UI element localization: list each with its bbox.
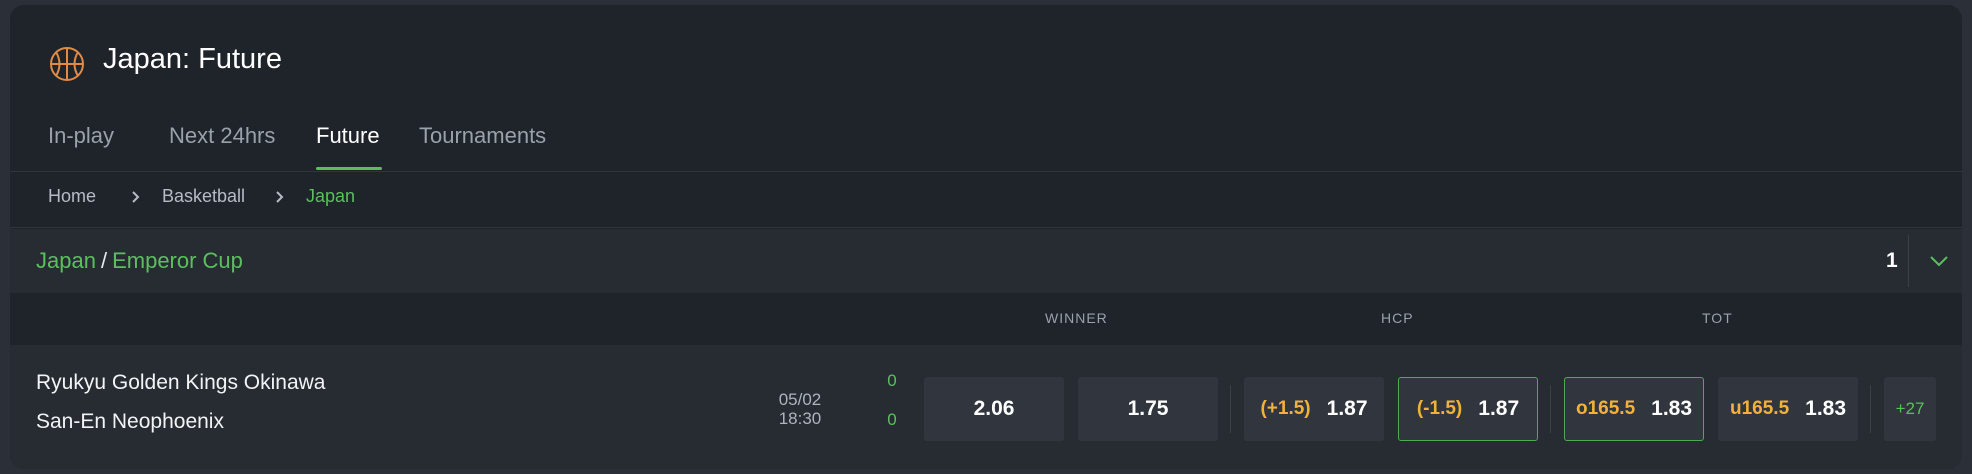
odd-value: 1.83 — [1805, 397, 1847, 420]
market-header-tot: TOT — [1702, 310, 1733, 326]
home-score: 0 — [887, 371, 897, 390]
league-competition-link[interactable]: Emperor Cup — [112, 248, 243, 273]
chevron-down-icon[interactable] — [1928, 251, 1950, 271]
odd-hcp-home[interactable]: (+1.5) 1.87 — [1244, 377, 1384, 441]
event-time: 18:30 — [778, 409, 822, 428]
handicap-line: (+1.5) — [1260, 398, 1311, 419]
odd-total-over[interactable]: o165.5 1.83 — [1564, 377, 1704, 441]
league-path: Japan / Emperor Cup — [36, 248, 243, 274]
page-header: Japan: Future In-play Next 24hrs Future … — [10, 5, 1962, 171]
active-tab-indicator — [316, 167, 382, 170]
home-team-name[interactable]: Ryukyu Golden Kings Okinawa — [36, 371, 325, 395]
league-separator: / — [100, 248, 108, 273]
odd-value: 1.83 — [1651, 397, 1693, 420]
tab-future[interactable]: Future — [316, 123, 380, 149]
odd-value: 2.06 — [973, 397, 1015, 420]
away-score: 0 — [887, 410, 897, 429]
market-separator — [1230, 385, 1231, 433]
league-header[interactable]: Japan / Emperor Cup 1 — [10, 229, 1962, 293]
header-divider — [10, 171, 1962, 172]
market-header-hcp: HCP — [1381, 310, 1414, 326]
odd-value: 1.75 — [1127, 397, 1169, 420]
page-title: Japan: Future — [103, 43, 282, 75]
total-line: o165.5 — [1575, 398, 1636, 419]
more-markets-button[interactable]: +27 — [1884, 377, 1936, 441]
breadcrumb-home[interactable]: Home — [48, 186, 96, 207]
away-team-name[interactable]: San-En Neophoenix — [36, 410, 224, 434]
odd-total-under[interactable]: u165.5 1.83 — [1718, 377, 1858, 441]
event-count-badge: 1 — [1886, 249, 1898, 272]
breadcrumb-japan[interactable]: Japan — [306, 186, 355, 207]
chevron-right-icon — [132, 191, 140, 203]
market-header-winner: WINNER — [1045, 310, 1108, 326]
chevron-right-icon — [276, 191, 284, 203]
odd-winner-home[interactable]: 2.06 — [924, 377, 1064, 441]
market-separator — [1870, 385, 1871, 433]
event-datetime: 05/02 18:30 — [766, 390, 834, 428]
odd-value: 1.87 — [1326, 397, 1368, 420]
market-separator — [1550, 385, 1551, 433]
events-panel: Japan: Future In-play Next 24hrs Future … — [10, 5, 1962, 469]
event-date: 05/02 — [778, 390, 822, 409]
league-country-link[interactable]: Japan — [36, 248, 96, 273]
tab-tournaments[interactable]: Tournaments — [419, 123, 546, 149]
event-row: Ryukyu Golden Kings Okinawa San-En Neoph… — [10, 345, 1962, 469]
odd-winner-away[interactable]: 1.75 — [1078, 377, 1218, 441]
tab-in-play[interactable]: In-play — [48, 123, 114, 149]
basketball-icon — [50, 47, 84, 81]
league-divider — [1908, 235, 1909, 287]
total-line: u165.5 — [1729, 398, 1790, 419]
odd-hcp-away[interactable]: (-1.5) 1.87 — [1398, 377, 1538, 441]
odd-value: 1.87 — [1478, 397, 1520, 420]
tab-next-24hrs[interactable]: Next 24hrs — [169, 123, 275, 149]
handicap-line: (-1.5) — [1416, 398, 1463, 419]
breadcrumb-basketball[interactable]: Basketball — [162, 186, 245, 207]
breadcrumb-divider — [10, 227, 1962, 228]
